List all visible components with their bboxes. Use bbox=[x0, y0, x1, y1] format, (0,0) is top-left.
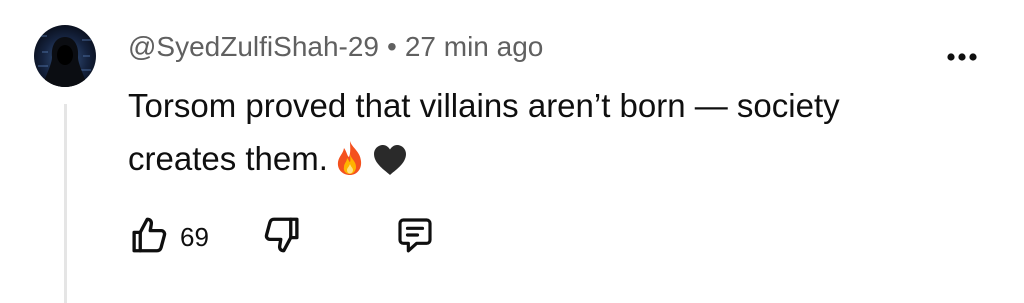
comment-text: Torsom proved that villains aren’t born … bbox=[128, 79, 988, 191]
more-options-button[interactable] bbox=[940, 40, 984, 74]
comment-text-line1: Torsom proved that villains aren’t born … bbox=[128, 87, 840, 124]
meta-separator: • bbox=[387, 31, 397, 62]
like-button[interactable]: 69 bbox=[128, 214, 209, 261]
comment-meta: @SyedZulfiShah-29 • 27 min ago bbox=[128, 27, 543, 67]
comment-actions: 69 bbox=[128, 214, 435, 260]
reply-comment-icon bbox=[395, 215, 435, 260]
more-vert-icon bbox=[947, 48, 977, 66]
comment: @SyedZulfiShah-29 • 27 min ago Torsom pr… bbox=[0, 0, 1024, 303]
timestamp[interactable]: 27 min ago bbox=[405, 31, 544, 63]
thumbs-down-icon bbox=[261, 214, 303, 261]
thread-line bbox=[64, 104, 67, 303]
dislike-button[interactable] bbox=[261, 214, 303, 261]
like-count: 69 bbox=[180, 221, 209, 252]
black-heart-emoji bbox=[372, 138, 408, 191]
thumbs-up-icon bbox=[128, 214, 170, 261]
reply-button[interactable] bbox=[395, 215, 435, 260]
avatar[interactable] bbox=[34, 25, 96, 87]
comment-text-line2: creates them. bbox=[128, 140, 328, 177]
fire-emoji bbox=[334, 138, 366, 191]
author-handle[interactable]: @SyedZulfiShah-29 bbox=[128, 31, 379, 63]
